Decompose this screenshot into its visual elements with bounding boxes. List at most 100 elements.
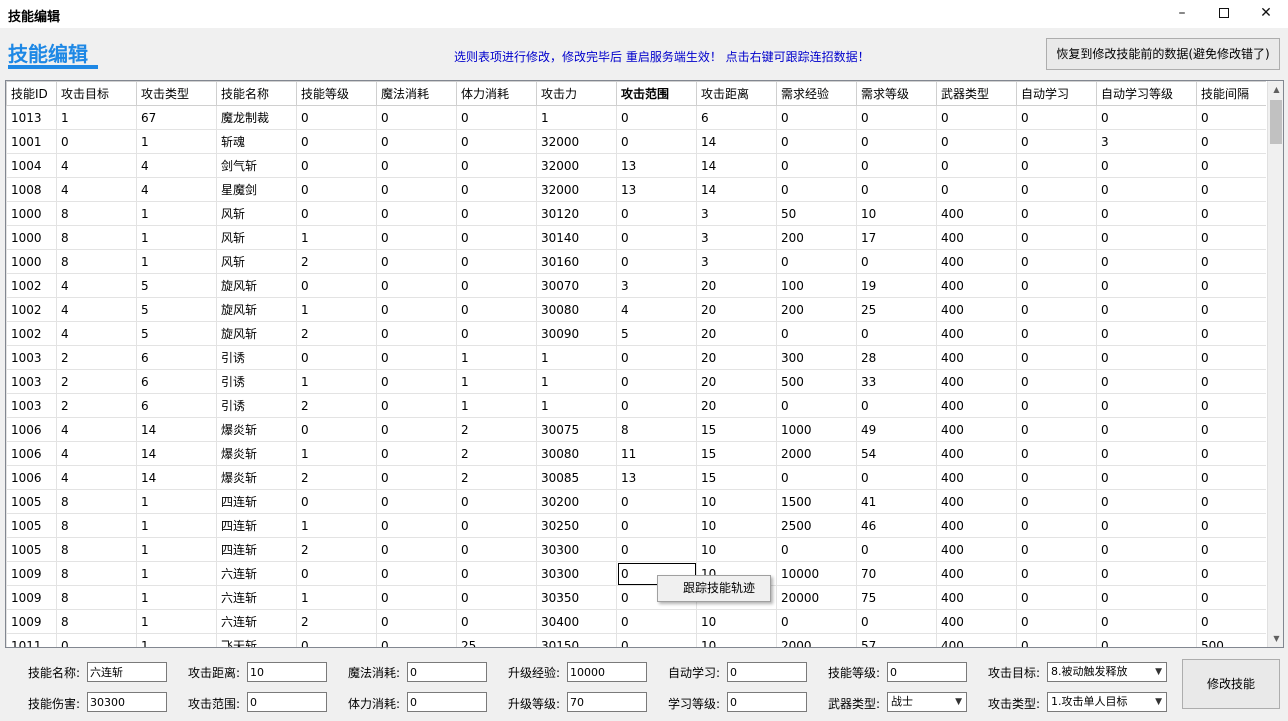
table-cell[interactable]: 0 xyxy=(1196,561,1266,586)
table-row[interactable]: 1003 2 6 引诱 1 0 1 1 0 20 500 33 400 0 0 0 xyxy=(6,369,1266,394)
upgrade-exp-input[interactable] xyxy=(567,662,647,682)
table-cell[interactable]: 0 xyxy=(776,153,857,178)
table-cell[interactable]: 8 xyxy=(56,537,137,562)
table-cell[interactable]: 1002 xyxy=(6,321,57,346)
table-cell[interactable]: 0 xyxy=(456,321,537,346)
table-cell[interactable]: 0 xyxy=(1096,633,1197,647)
table-cell[interactable]: 0 xyxy=(376,465,457,490)
table-cell[interactable]: 49 xyxy=(856,417,937,442)
table-cell[interactable]: 54 xyxy=(856,441,937,466)
table-cell[interactable]: 0 xyxy=(616,129,697,154)
table-cell[interactable]: 1006 xyxy=(6,465,57,490)
table-cell[interactable]: 0 xyxy=(456,297,537,322)
table-cell[interactable]: 30070 xyxy=(536,273,617,298)
table-cell[interactable]: 1013 xyxy=(6,105,57,130)
table-cell[interactable]: 0 xyxy=(1196,297,1266,322)
table-cell[interactable]: 0 xyxy=(1016,225,1097,250)
table-cell[interactable]: 1 xyxy=(296,297,377,322)
table-cell[interactable]: 30250 xyxy=(536,513,617,538)
table-cell[interactable]: 0 xyxy=(296,153,377,178)
table-cell[interactable]: 0 xyxy=(1196,441,1266,466)
table-cell[interactable]: 30085 xyxy=(536,465,617,490)
mana-cost-input[interactable] xyxy=(407,662,487,682)
table-cell[interactable]: 4 xyxy=(56,441,137,466)
table-cell[interactable]: 四连斩 xyxy=(216,537,297,562)
table-cell[interactable]: 13 xyxy=(616,177,697,202)
table-cell[interactable]: 10 xyxy=(856,201,937,226)
table-cell[interactable]: 41 xyxy=(856,489,937,514)
upgrade-level-input[interactable] xyxy=(567,692,647,712)
table-cell[interactable]: 0 xyxy=(1096,393,1197,418)
table-cell[interactable]: 8 xyxy=(56,201,137,226)
table-cell[interactable]: 32000 xyxy=(536,177,617,202)
table-cell[interactable]: 20 xyxy=(696,345,777,370)
close-button[interactable]: ✕ xyxy=(1243,0,1288,28)
table-cell[interactable]: 四连斩 xyxy=(216,513,297,538)
table-cell[interactable]: 0 xyxy=(776,465,857,490)
table-cell[interactable]: 19 xyxy=(856,273,937,298)
column-header[interactable]: 自动学习 xyxy=(1016,81,1097,106)
table-cell[interactable]: 0 xyxy=(376,609,457,634)
scroll-thumb[interactable] xyxy=(1270,100,1282,144)
table-cell[interactable]: 0 xyxy=(1196,417,1266,442)
column-header[interactable]: 攻击力 xyxy=(536,81,617,106)
table-cell[interactable]: 0 xyxy=(1196,177,1266,202)
table-cell[interactable]: 0 xyxy=(456,561,537,586)
table-cell[interactable]: 0 xyxy=(296,417,377,442)
table-cell[interactable]: 2000 xyxy=(776,633,857,647)
table-cell[interactable]: 0 xyxy=(856,609,937,634)
table-cell[interactable]: 0 xyxy=(616,225,697,250)
table-cell[interactable]: 1 xyxy=(136,489,217,514)
table-cell[interactable]: 0 xyxy=(1196,489,1266,514)
column-header[interactable]: 需求等级 xyxy=(856,81,937,106)
table-row[interactable]: 1002 4 5 旋风斩 2 0 0 30090 5 20 0 0 400 0 0 0 xyxy=(6,321,1266,346)
table-cell[interactable]: 0 xyxy=(1196,513,1266,538)
table-row[interactable]: 1002 4 5 旋风斩 0 0 0 30070 3 20 100 19 400 0 0 0 xyxy=(6,273,1266,298)
table-cell[interactable]: 0 xyxy=(776,105,857,130)
table-cell[interactable]: 0 xyxy=(1016,393,1097,418)
table-cell[interactable]: 2 xyxy=(296,609,377,634)
table-row[interactable]: 1001 0 1 斩魂 0 0 0 32000 0 14 0 0 0 0 3 0 xyxy=(6,129,1266,154)
table-cell[interactable]: 0 xyxy=(456,105,537,130)
table-cell[interactable]: 400 xyxy=(936,225,1017,250)
table-cell[interactable]: 10 xyxy=(696,633,777,647)
table-cell[interactable]: 六连斩 xyxy=(216,609,297,634)
table-cell[interactable]: 1 xyxy=(136,561,217,586)
table-cell[interactable]: 6 xyxy=(136,393,217,418)
table-cell[interactable]: 0 xyxy=(856,321,937,346)
table-cell[interactable]: 0 xyxy=(456,585,537,610)
table-cell[interactable]: 200 xyxy=(776,297,857,322)
table-cell[interactable]: 5 xyxy=(136,273,217,298)
table-cell[interactable]: 1002 xyxy=(6,297,57,322)
table-cell[interactable]: 8 xyxy=(56,513,137,538)
table-cell[interactable]: 0 xyxy=(1096,225,1197,250)
column-header[interactable]: 攻击距离 xyxy=(696,81,777,106)
attack-target-select[interactable]: 8.被动触发释放 ▼ xyxy=(1047,662,1167,682)
table-cell[interactable]: 2 xyxy=(56,345,137,370)
auto-learn-input[interactable] xyxy=(727,662,807,682)
table-cell[interactable]: 30075 xyxy=(536,417,617,442)
table-cell[interactable]: 400 xyxy=(936,249,1017,274)
table-cell[interactable]: 8 xyxy=(56,585,137,610)
table-cell[interactable]: 500 xyxy=(1196,633,1266,647)
table-cell[interactable]: 3 xyxy=(696,225,777,250)
table-cell[interactable]: 2 xyxy=(456,441,537,466)
table-cell[interactable]: 0 xyxy=(1016,489,1097,514)
table-cell[interactable]: 旋风斩 xyxy=(216,297,297,322)
table-cell[interactable]: 1005 xyxy=(6,513,57,538)
table-cell[interactable]: 30350 xyxy=(536,585,617,610)
table-cell[interactable]: 14 xyxy=(696,129,777,154)
table-cell[interactable]: 30300 xyxy=(536,537,617,562)
table-cell[interactable]: 0 xyxy=(1096,153,1197,178)
table-cell[interactable]: 0 xyxy=(376,249,457,274)
table-cell[interactable]: 0 xyxy=(376,129,457,154)
table-cell[interactable]: 100 xyxy=(776,273,857,298)
table-cell[interactable]: 0 xyxy=(856,537,937,562)
column-header[interactable]: 自动学习等级 xyxy=(1096,81,1197,106)
table-cell[interactable]: 0 xyxy=(376,633,457,647)
table-cell[interactable]: 1 xyxy=(136,585,217,610)
table-cell[interactable]: 1005 xyxy=(6,537,57,562)
column-header[interactable]: 技能间隔 xyxy=(1196,81,1266,106)
column-header[interactable]: 攻击类型 xyxy=(136,81,217,106)
stamina-cost-input[interactable] xyxy=(407,692,487,712)
